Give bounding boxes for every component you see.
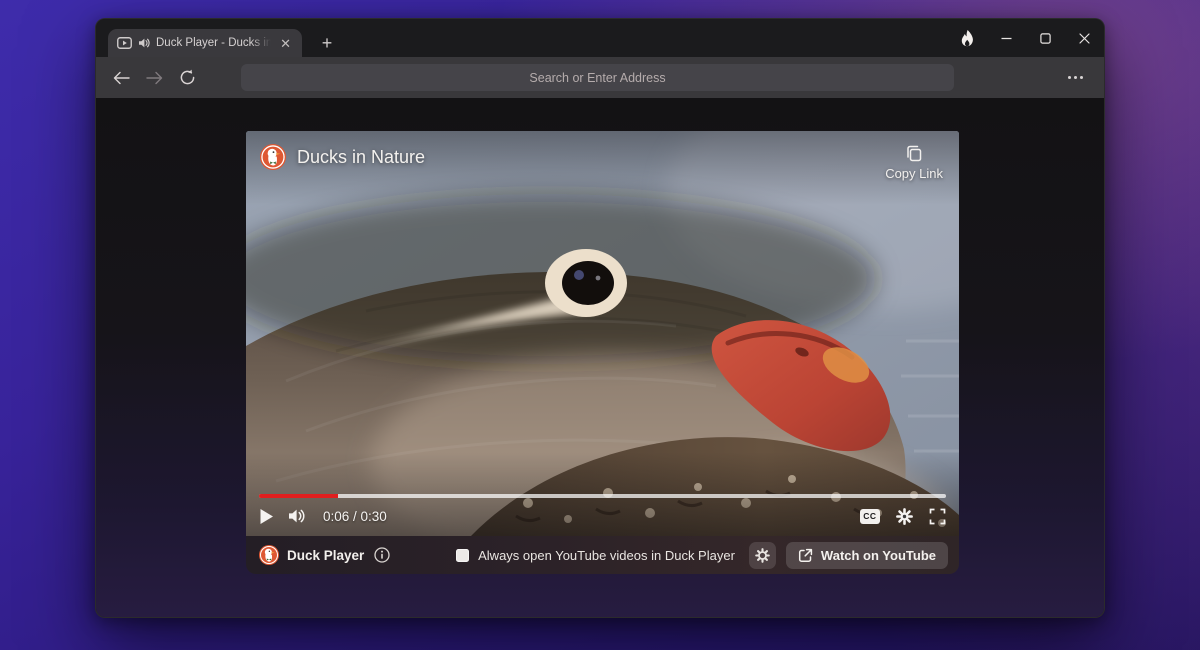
browser-window: Duck Player - Ducks in Nature ✕ + <box>95 18 1105 618</box>
duck-player-brand: Duck Player <box>259 545 390 565</box>
navigation-bar <box>96 57 1104 98</box>
overflow-menu-icon <box>1067 76 1071 79</box>
always-open-label: Always open YouTube videos in Duck Playe… <box>478 547 735 563</box>
reload-button[interactable] <box>174 65 200 91</box>
gear-icon <box>755 547 770 563</box>
duck-player-panel: Duck Player Always open YouTube videos i… <box>246 536 959 574</box>
info-button[interactable] <box>374 547 390 563</box>
captions-button[interactable]: CC <box>859 508 880 524</box>
video-icon <box>117 37 132 49</box>
copy-link-button[interactable]: Copy Link <box>885 144 943 181</box>
duckduckgo-logo <box>259 545 279 565</box>
always-open-setting[interactable]: Always open YouTube videos in Duck Playe… <box>456 548 735 563</box>
duck-player-settings-button[interactable] <box>748 541 776 569</box>
fire-button[interactable] <box>948 19 987 57</box>
close-icon <box>1079 32 1090 44</box>
maximize-button[interactable] <box>1026 19 1065 57</box>
player-settings-button[interactable] <box>896 507 913 525</box>
copy-icon <box>906 145 921 162</box>
video-title: Ducks in Nature <box>297 146 426 167</box>
volume-icon[interactable] <box>288 508 307 524</box>
info-icon <box>374 547 390 563</box>
overflow-menu-icon <box>1079 76 1083 79</box>
video-header: Ducks in Nature <box>260 144 425 170</box>
overflow-menu-icon <box>1073 76 1077 79</box>
minimize-icon <box>1001 37 1012 39</box>
browser-tab[interactable]: Duck Player - Ducks in Nature ✕ <box>108 29 302 57</box>
reload-icon <box>180 69 194 85</box>
forward-icon <box>145 71 162 84</box>
desktop-background: Duck Player - Ducks in Nature ✕ + <box>0 0 1200 650</box>
play-button[interactable] <box>259 508 274 525</box>
duckduckgo-logo <box>260 144 286 170</box>
external-link-icon <box>798 548 813 562</box>
always-open-checkbox[interactable] <box>456 548 470 562</box>
copy-link-label: Copy Link <box>885 166 943 181</box>
maximize-icon <box>1040 32 1051 44</box>
new-tab-button[interactable]: + <box>314 31 340 55</box>
back-icon <box>113 71 130 84</box>
duck-player: Ducks in Nature Copy Link 0:06 / 0:30 CC… <box>246 131 959 574</box>
tab-close-icon[interactable]: ✕ <box>277 35 294 52</box>
back-button[interactable] <box>108 65 134 91</box>
window-controls <box>948 19 1104 57</box>
close-window-button[interactable] <box>1065 19 1104 57</box>
video-time: 0:06 / 0:30 <box>323 508 387 524</box>
video-frame[interactable]: Ducks in Nature Copy Link 0:06 / 0:30 CC <box>246 131 959 536</box>
duck-player-label: Duck Player <box>287 547 365 563</box>
watch-on-youtube-button[interactable]: Watch on YouTube <box>785 541 948 569</box>
speaker-icon <box>139 38 150 48</box>
watch-on-youtube-label: Watch on YouTube <box>820 547 936 563</box>
fullscreen-button[interactable] <box>929 508 946 525</box>
titlebar: Duck Player - Ducks in Nature ✕ + <box>96 19 1104 57</box>
forward-button[interactable] <box>141 65 167 91</box>
video-controls: 0:06 / 0:30 CC <box>259 503 946 529</box>
page-content: Ducks in Nature Copy Link 0:06 / 0:30 CC… <box>96 98 1104 617</box>
tab-title: Duck Player - Ducks in Nature <box>156 37 271 49</box>
video-progress-fill <box>259 494 338 498</box>
minimize-button[interactable] <box>987 19 1026 57</box>
address-bar-input[interactable] <box>241 64 954 91</box>
video-progress-bar[interactable] <box>259 494 946 498</box>
overflow-menu-button[interactable] <box>1058 57 1092 98</box>
fire-icon <box>961 29 973 46</box>
